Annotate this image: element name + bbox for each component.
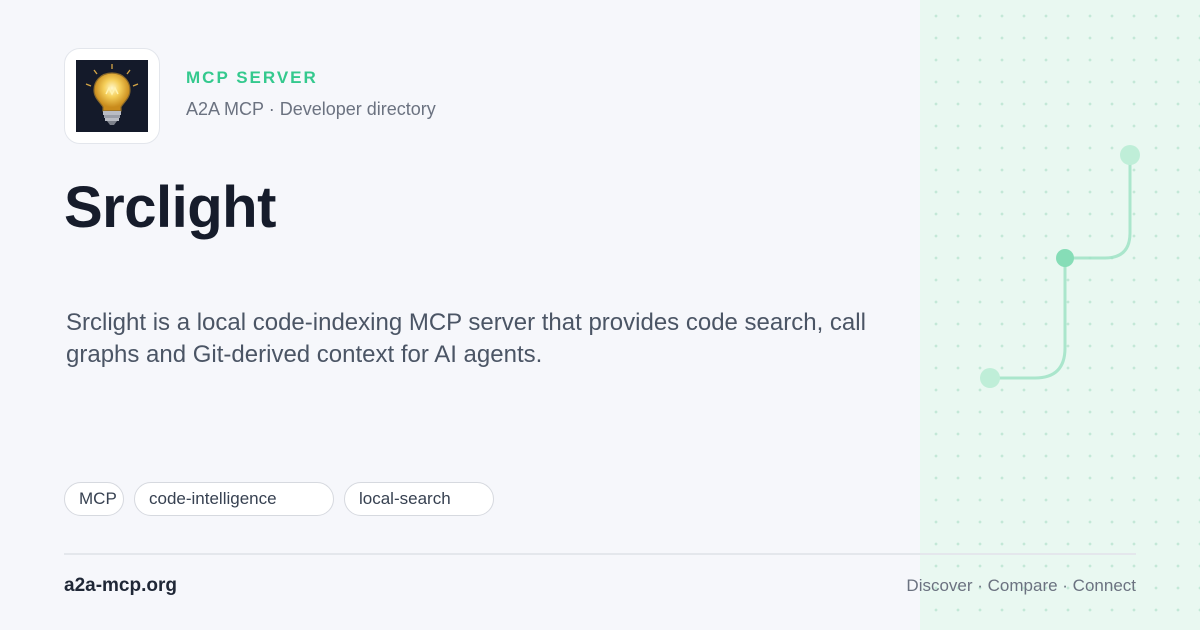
footer-tagline: Discover · Compare · Connect <box>906 576 1136 595</box>
server-description: Srclight is a local code-indexing MCP se… <box>66 309 866 368</box>
graph-node <box>980 368 1000 388</box>
source-subtitle: A2A MCP · Developer directory <box>186 99 436 119</box>
category-label: MCP SERVER <box>186 68 318 87</box>
tag-local-search[interactable]: local-search <box>344 482 494 516</box>
connection-line <box>990 155 1132 380</box>
site-domain[interactable]: a2a-mcp.org <box>64 575 177 597</box>
footer-divider <box>64 553 1136 555</box>
graph-node <box>1120 145 1140 165</box>
tag-mcp[interactable]: MCP <box>64 482 124 516</box>
graph-node <box>1056 249 1074 267</box>
page-title: Srclight <box>64 175 276 240</box>
lightbulb-icon <box>76 60 148 132</box>
logo-tile <box>64 48 160 144</box>
tag-code-intelligence[interactable]: code-intelligence <box>134 482 334 516</box>
